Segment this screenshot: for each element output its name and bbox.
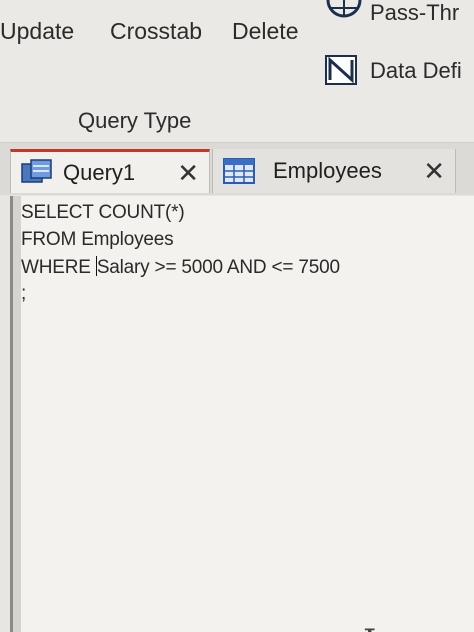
ibeam-cursor-icon: I [363,622,376,632]
data-definition-button[interactable]: Data Defi [370,58,462,84]
tab-query1-label: Query1 [63,159,136,185]
pass-through-button[interactable]: Pass-Thr [370,0,459,26]
code-line-1: SELECT COUNT(*) [21,202,185,223]
document-tab-bar: Query1 ✕ Employees ✕ [0,142,474,195]
tab-employees-label: Employees [273,158,382,183]
update-button[interactable]: Update [0,18,74,45]
editor-gutter [13,196,21,632]
query-icon [21,158,53,187]
data-definition-icon [324,54,358,86]
crosstab-button[interactable]: Crosstab [110,18,202,45]
code-line-3-condition: Salary >= 5000 AND <= 7500 [96,257,340,278]
delete-button[interactable]: Delete [232,18,298,45]
tab-query1[interactable]: Query1 ✕ [10,149,210,193]
globe-icon [326,0,362,20]
close-icon[interactable]: ✕ [177,160,199,186]
code-line-3-keyword: WHERE [21,257,96,278]
close-icon[interactable]: ✕ [423,158,445,184]
sql-editor[interactable]: SELECT COUNT(*) FROM Employees WHERE Sal… [10,196,474,632]
tab-employees[interactable]: Employees ✕ [212,149,456,193]
ribbon: Update Crosstab Delete Pass-Thr Data Def… [0,0,474,142]
query-type-group-label: Query Type [78,108,192,133]
table-icon [223,158,255,184]
code-line-3: WHERE Salary >= 5000 AND <= 7500 [21,256,340,279]
code-line-2: FROM Employees [21,229,174,250]
code-line-4: ; [21,283,27,304]
